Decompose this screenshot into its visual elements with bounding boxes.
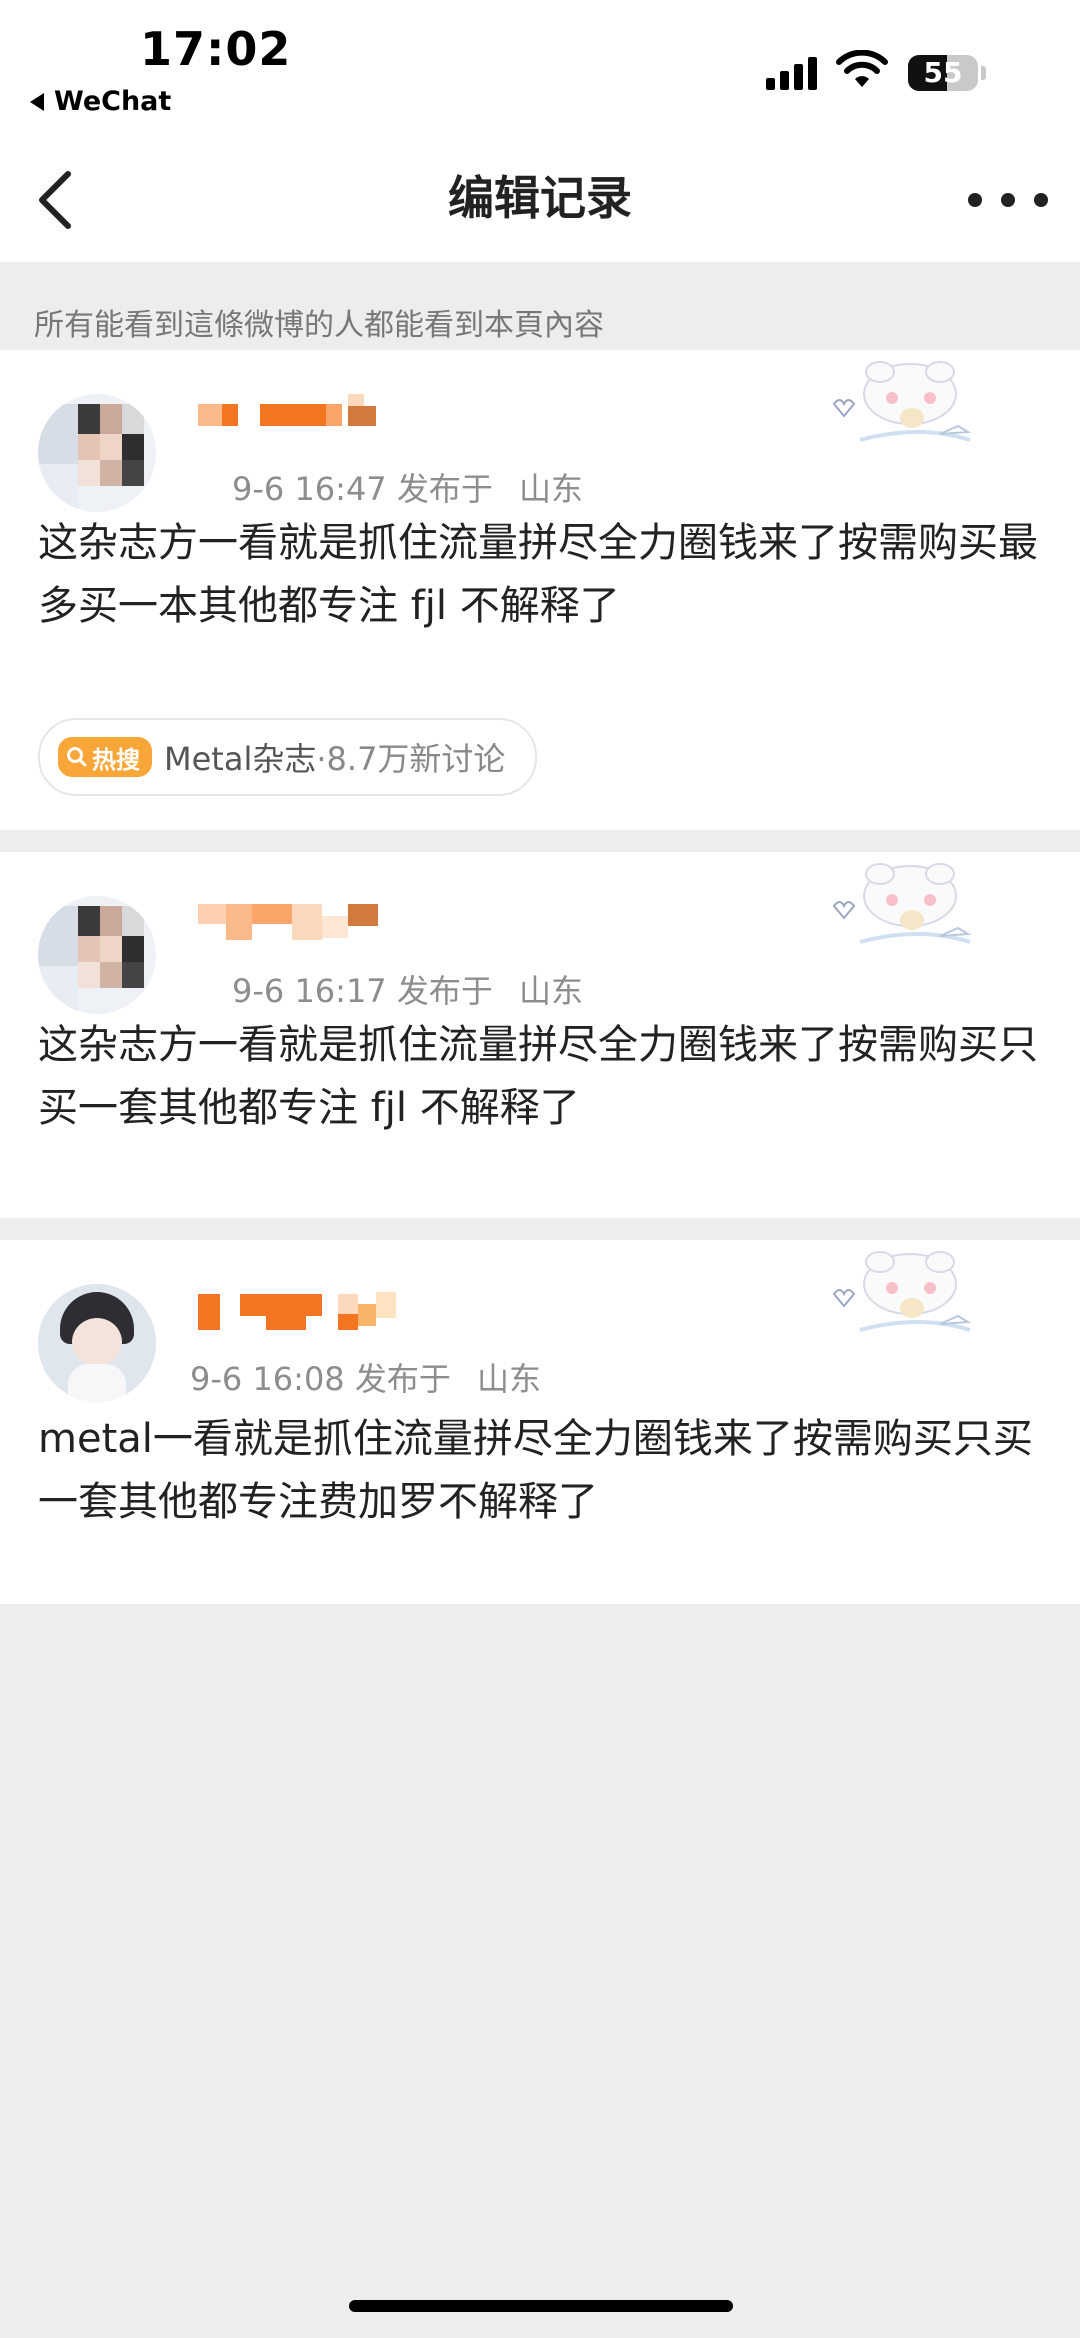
username-redacted[interactable] [198, 1284, 428, 1334]
bear-sticker-icon [832, 361, 972, 442]
bear-sticker-icon [832, 863, 972, 944]
back-triangle-icon [30, 92, 44, 111]
back-to-app-link[interactable]: WeChat [30, 86, 171, 117]
avatar[interactable] [38, 394, 156, 512]
post-source: 发布于 [396, 470, 493, 508]
battery-level: 55 [923, 56, 963, 89]
bear-sticker-icon [832, 1251, 972, 1332]
avatar[interactable] [38, 896, 156, 1014]
nav-bar: 编辑记录 [0, 140, 1080, 262]
post-content: 这杂志方一看就是抓住流量拼尽全力圈钱来了按需购买只买一套其他都专注 fjl 不解… [38, 1022, 1038, 1131]
page-title: 编辑记录 [448, 171, 632, 225]
hot-search-badge: 热搜 [58, 737, 152, 777]
status-time: 17:02 [140, 22, 292, 76]
chevron-left-icon[interactable] [28, 164, 88, 234]
topic-count: ·8.7万新讨论 [316, 740, 506, 778]
hot-topic-chip[interactable]: 热搜 Metal杂志 ·8.7万新讨论 [38, 718, 538, 796]
hot-badge-label: 热搜 [92, 745, 140, 774]
cellular-signal-icon [766, 56, 817, 90]
post-meta: 9-6 16:47 发布于 山东 [232, 464, 583, 510]
edit-record-card: 9-6 16:08 发布于 山东 metal一看就是抓住流量拼尽全力圈钱来了按需… [0, 1240, 1080, 1604]
post-location: 山东 [519, 972, 584, 1010]
post-source: 发布于 [396, 972, 493, 1010]
visibility-notice: 所有能看到這條微博的人都能看到本頁內容 [34, 308, 604, 343]
post-time: 9-6 16:17 [232, 972, 387, 1010]
username-redacted[interactable] [198, 394, 428, 444]
battery-cap [981, 66, 986, 80]
post-content: 这杂志方一看就是抓住流量拼尽全力圈钱来了按需购买最多买一本其他都专注 fjl 不… [38, 520, 1038, 629]
post-source: 发布于 [354, 1360, 451, 1398]
battery-icon: 55 [908, 55, 978, 91]
post-content: metal一看就是抓住流量拼尽全力圈钱来了按需购买只买一套其他都专注费加罗不解释… [38, 1416, 1033, 1525]
search-icon [67, 747, 87, 767]
post-time: 9-6 16:47 [232, 470, 387, 508]
back-app-label: WeChat [54, 86, 172, 117]
avatar[interactable] [38, 1284, 156, 1402]
post-location: 山东 [519, 470, 584, 508]
edit-record-card: 9-6 16:47 发布于 山东 这杂志方一看就是抓住流量拼尽全力圈钱来了按需购… [0, 350, 1080, 830]
home-indicator[interactable] [349, 2300, 733, 2312]
more-dots-icon[interactable] [968, 180, 1048, 220]
post-meta: 9-6 16:17 发布于 山东 [232, 966, 583, 1012]
post-meta: 9-6 16:08 发布于 山东 [190, 1354, 541, 1400]
username-redacted[interactable] [198, 896, 428, 946]
wifi-icon [836, 50, 888, 87]
edit-record-card: 9-6 16:17 发布于 山东 这杂志方一看就是抓住流量拼尽全力圈钱来了按需购… [0, 852, 1080, 1218]
status-bar: 17:02 WeChat 55 [0, 0, 1080, 140]
post-location: 山东 [477, 1360, 542, 1398]
topic-name: Metal杂志 [164, 740, 317, 778]
post-time: 9-6 16:08 [190, 1360, 345, 1398]
